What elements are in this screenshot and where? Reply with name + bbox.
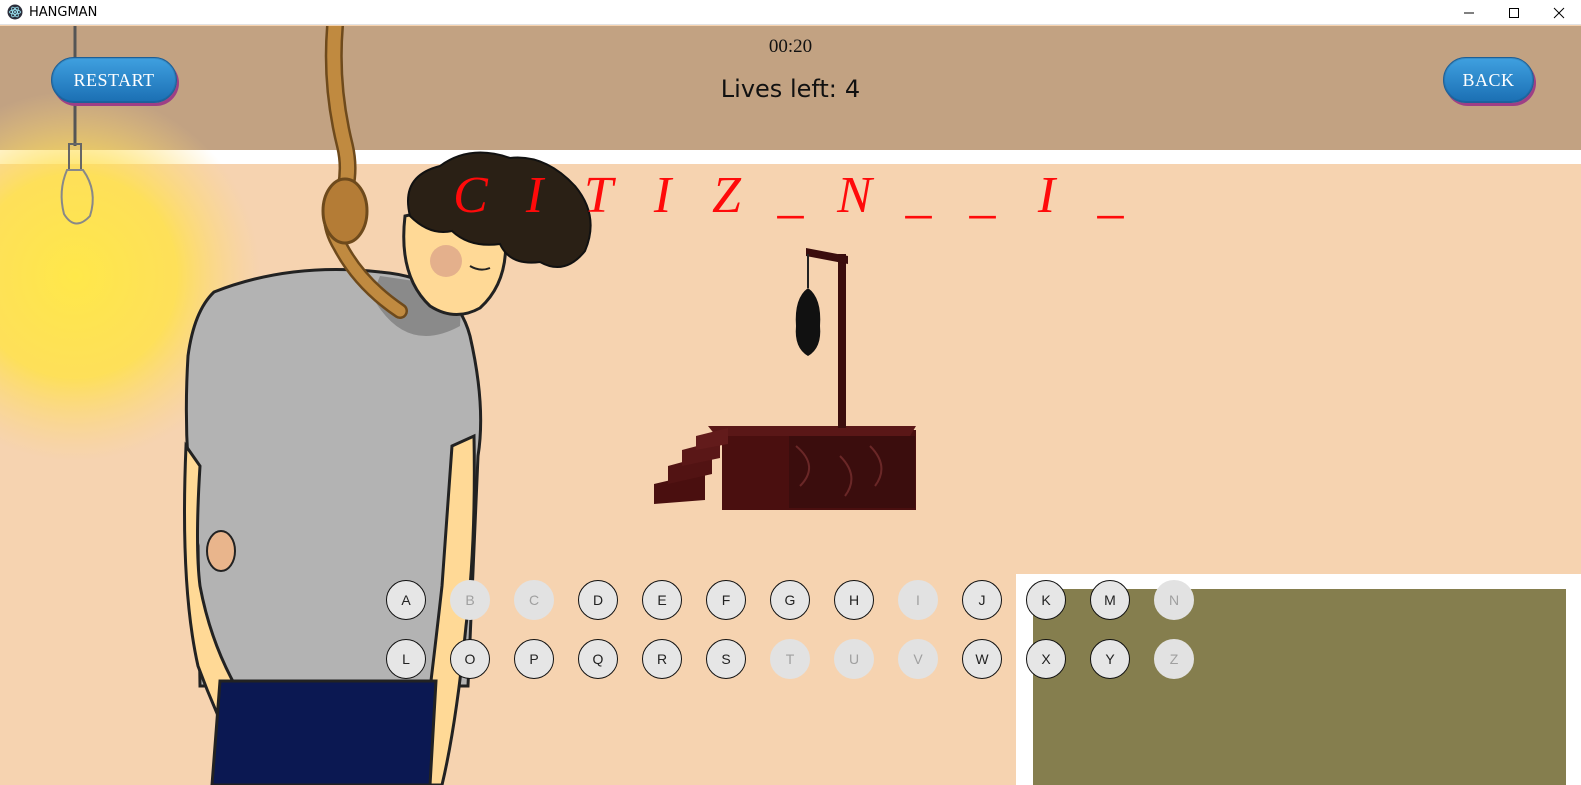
word-display: C I T I Z _ N _ _ I _ bbox=[0, 166, 1581, 225]
letter-key-p[interactable]: P bbox=[514, 639, 554, 679]
letter-key-m[interactable]: M bbox=[1090, 580, 1130, 620]
letter-key-c[interactable]: C bbox=[514, 580, 554, 620]
lives-counter: Lives left: 4 bbox=[0, 75, 1581, 103]
letter-key-o[interactable]: O bbox=[450, 639, 490, 679]
keyboard-row-2: L O P Q R S T U V W X Y Z bbox=[386, 639, 1206, 679]
gallows-illustration bbox=[654, 248, 916, 510]
letter-key-d[interactable]: D bbox=[578, 580, 618, 620]
word-slot: C bbox=[453, 167, 488, 224]
letter-key-w[interactable]: W bbox=[962, 639, 1002, 679]
letter-key-g[interactable]: G bbox=[770, 580, 810, 620]
letter-key-j[interactable]: J bbox=[962, 580, 1002, 620]
title-bar: HANGMAN bbox=[0, 0, 1581, 25]
letter-keyboard: A B C D E F G H I J K M N L O P Q R S T … bbox=[386, 580, 1206, 698]
letter-key-t[interactable]: T bbox=[770, 639, 810, 679]
letter-key-f[interactable]: F bbox=[706, 580, 746, 620]
letter-key-l[interactable]: L bbox=[386, 639, 426, 679]
letter-key-x[interactable]: X bbox=[1026, 639, 1066, 679]
letter-key-s[interactable]: S bbox=[706, 639, 746, 679]
letter-key-y[interactable]: Y bbox=[1090, 639, 1130, 679]
lives-value: 4 bbox=[844, 75, 861, 103]
letter-key-q[interactable]: Q bbox=[578, 639, 618, 679]
word-slot: _ bbox=[777, 167, 804, 224]
word-slot: I bbox=[525, 167, 544, 224]
letter-key-z[interactable]: Z bbox=[1154, 639, 1194, 679]
close-button[interactable] bbox=[1536, 0, 1581, 25]
minimize-icon bbox=[1463, 12, 1474, 13]
app-icon bbox=[7, 4, 23, 20]
word-slot: Z bbox=[712, 167, 741, 224]
window-title: HANGMAN bbox=[29, 4, 98, 20]
letter-key-b[interactable]: B bbox=[450, 580, 490, 620]
back-button[interactable]: BACK bbox=[1443, 57, 1534, 103]
letter-key-r[interactable]: R bbox=[642, 639, 682, 679]
letter-key-h[interactable]: H bbox=[834, 580, 874, 620]
letter-key-i[interactable]: I bbox=[898, 580, 938, 620]
close-icon bbox=[1553, 7, 1564, 18]
word-slot: I bbox=[1037, 167, 1056, 224]
letter-key-e[interactable]: E bbox=[642, 580, 682, 620]
lives-label: Lives left: bbox=[720, 75, 837, 103]
maximize-button[interactable] bbox=[1491, 0, 1536, 25]
letter-key-n[interactable]: N bbox=[1154, 580, 1194, 620]
word-slot: T bbox=[584, 167, 613, 224]
wall-trim bbox=[0, 150, 1581, 164]
maximize-icon bbox=[1508, 7, 1519, 18]
word-slot: N bbox=[837, 167, 872, 224]
letter-key-u[interactable]: U bbox=[834, 639, 874, 679]
word-slot: _ bbox=[905, 167, 932, 224]
game-scene: 00:20 Lives left: 4 RESTART BACK C I T I … bbox=[0, 26, 1581, 785]
keyboard-row-1: A B C D E F G H I J K M N bbox=[386, 580, 1206, 620]
word-slot: _ bbox=[969, 167, 996, 224]
word-slot: _ bbox=[1097, 167, 1124, 224]
letter-key-k[interactable]: K bbox=[1026, 580, 1066, 620]
restart-button[interactable]: RESTART bbox=[51, 57, 177, 103]
window-controls bbox=[1446, 0, 1581, 25]
timer-display: 00:20 bbox=[768, 36, 813, 57]
letter-key-a[interactable]: A bbox=[386, 580, 426, 620]
minimize-button[interactable] bbox=[1446, 0, 1491, 25]
letter-key-v[interactable]: V bbox=[898, 639, 938, 679]
word-slot: I bbox=[653, 167, 672, 224]
